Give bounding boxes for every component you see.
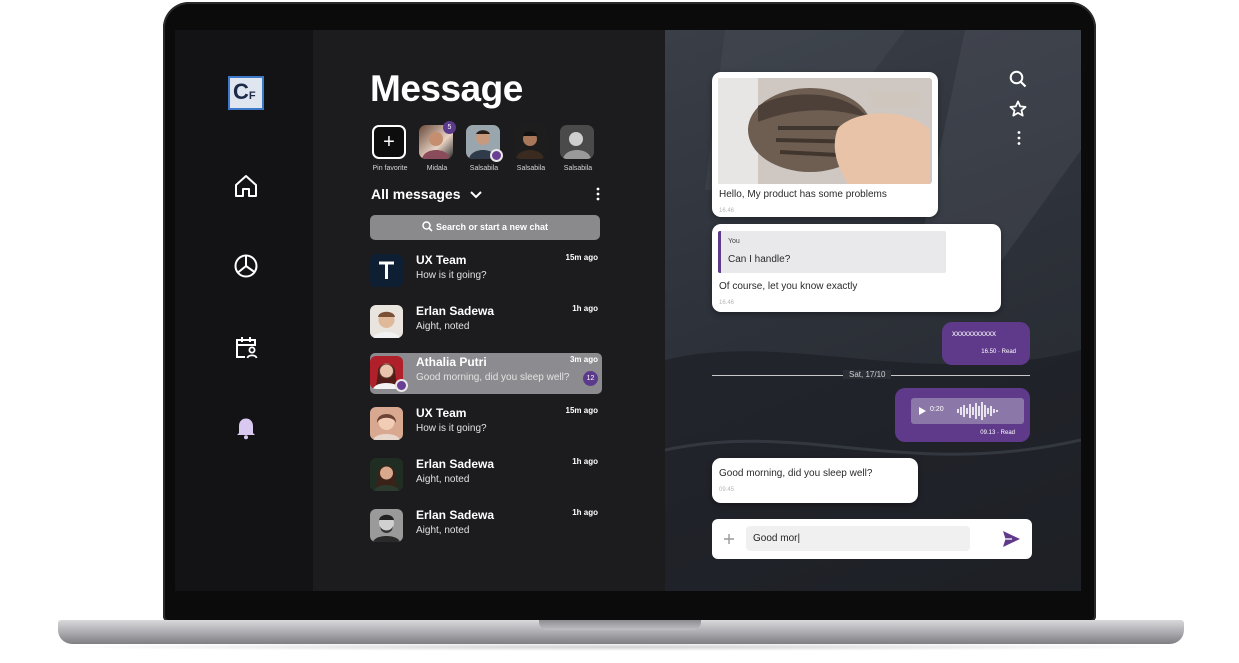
chat-name: Erlan Sadewa — [416, 304, 495, 318]
search-placeholder: Search or start a new chat — [435, 222, 549, 232]
avatar — [370, 305, 403, 338]
chat-list-item[interactable]: Erlan Sadewa Aight, noted 1h ago — [370, 455, 602, 496]
message-bubble-incoming[interactable]: You Can I handle? Of course, let you kno… — [712, 224, 1001, 312]
search-icon — [422, 221, 433, 232]
send-icon[interactable] — [1003, 531, 1020, 547]
quote-author: You — [728, 238, 740, 245]
more-vertical-icon[interactable] — [1016, 130, 1022, 146]
message-time: 09.45 — [719, 487, 735, 493]
conversation-panel: Hello, My product has some problems 16.4… — [665, 30, 1081, 591]
message-text: Of course, let you know exactly — [719, 281, 858, 292]
chat-time: 15m ago — [565, 406, 598, 415]
voice-message-bubble[interactable]: 0:20 09.13 · Read — [895, 388, 1030, 442]
avatar — [370, 509, 403, 542]
avatar — [513, 125, 547, 159]
chat-time: 15m ago — [565, 253, 598, 262]
chart-icon[interactable] — [232, 252, 260, 280]
message-meta: 16.50 · Read — [981, 349, 1016, 355]
unread-badge: 12 — [583, 371, 598, 386]
home-icon[interactable] — [232, 172, 260, 200]
chat-list-panel: Message + Pin favorite 5 Midala Salsabil… — [313, 30, 665, 591]
more-vertical-icon[interactable] — [595, 187, 601, 201]
chat-list-item[interactable]: Athalia Putri Good morning, did you slee… — [370, 353, 602, 394]
message-bubble-incoming[interactable]: Hello, My product has some problems 16.4… — [712, 72, 938, 217]
plus-icon: + — [372, 125, 406, 159]
chat-list-item[interactable]: Erlan Sadewa Aight, noted 1h ago — [370, 506, 602, 547]
pin-favorite[interactable]: + Pin favorite — [372, 125, 408, 172]
chat-preview: How is it going? — [416, 423, 487, 434]
filter-label: All messages — [371, 186, 461, 202]
pinned-contact[interactable]: Salsabila — [560, 125, 596, 172]
message-time: 16.46 — [719, 208, 735, 214]
chat-preview: Aight, noted — [416, 474, 470, 485]
online-indicator — [395, 379, 408, 392]
chat-name: UX Team — [416, 253, 467, 267]
app-screen: CF Message + Pin favorite 5 Midala Salsa… — [175, 30, 1081, 591]
chat-name: Erlan Sadewa — [416, 457, 495, 471]
message-composer: Good mor| — [712, 519, 1032, 559]
chat-list-item[interactable]: Erlan Sadewa Aight, noted 1h ago — [370, 302, 602, 343]
chat-time: 1h ago — [572, 508, 598, 517]
app-logo[interactable]: CF — [228, 76, 264, 110]
play-icon[interactable] — [919, 407, 926, 415]
voice-duration: 0:20 — [930, 406, 944, 413]
plus-icon[interactable] — [724, 534, 734, 544]
chat-list-item[interactable]: UX Team How is it going? 15m ago — [370, 251, 602, 292]
online-indicator — [490, 149, 503, 162]
laptop-shadow — [40, 643, 1200, 651]
page-title: Message — [370, 68, 523, 109]
waveform-icon — [957, 402, 998, 420]
chat-time: 3m ago — [569, 355, 598, 364]
pinned-contact[interactable]: Salsabila — [466, 125, 503, 172]
chat-name: Athalia Putri — [416, 355, 487, 369]
pinned-contact[interactable]: 5 Midala — [419, 121, 456, 172]
pinned-contact[interactable]: Salsabila — [513, 125, 549, 172]
chat-preview: How is it going? — [416, 270, 487, 281]
voice-player[interactable]: 0:20 — [911, 398, 1024, 424]
avatar — [370, 254, 403, 287]
bell-icon[interactable] — [232, 413, 260, 441]
message-meta: 09.13 · Read — [980, 430, 1015, 436]
avatar — [370, 458, 403, 491]
chevron-down-icon — [470, 191, 483, 199]
message-text: xxxxxxxxxxx — [952, 329, 996, 338]
message-bubble-incoming[interactable]: Good morning, did you sleep well? 09.45 — [712, 458, 918, 503]
chat-preview: Aight, noted — [416, 525, 470, 536]
avatar — [560, 125, 594, 159]
quote-text: Can I handle? — [728, 254, 791, 265]
all-messages-filter[interactable]: All messages — [371, 186, 483, 202]
logo-letter: C — [233, 79, 249, 104]
chat-name: Erlan Sadewa — [416, 508, 495, 522]
message-text: Good morning, did you sleep well? — [719, 468, 873, 479]
unread-badge: 5 — [443, 121, 456, 134]
search-input[interactable]: Search or start a new chat — [370, 215, 600, 240]
attached-photo[interactable] — [718, 78, 932, 184]
star-icon[interactable] — [1009, 100, 1027, 118]
chat-preview: Aight, noted — [416, 321, 470, 332]
pinned-contact-name: Salsabila — [563, 165, 593, 172]
logo-sub: F — [248, 90, 256, 102]
calendar-user-icon[interactable] — [232, 333, 260, 361]
chat-list-item[interactable]: UX Team How is it going? 15m ago — [370, 404, 602, 445]
quoted-message[interactable]: You Can I handle? — [718, 231, 946, 273]
laptop-notch — [539, 620, 701, 630]
message-input[interactable]: Good mor| — [746, 526, 970, 551]
date-separator: Sat, 17/10 — [843, 370, 892, 379]
chat-name: UX Team — [416, 406, 467, 420]
message-text: Hello, My product has some problems — [719, 189, 887, 200]
search-icon[interactable] — [1009, 70, 1027, 88]
message-time: 16.46 — [719, 300, 735, 306]
avatar — [370, 407, 403, 440]
chat-time: 1h ago — [572, 457, 598, 466]
message-bubble-outgoing[interactable]: xxxxxxxxxxx 16.50 · Read — [942, 322, 1030, 365]
chat-preview: Good morning, did you sleep well? — [416, 372, 570, 383]
chat-time: 1h ago — [572, 304, 598, 313]
sidebar: CF — [175, 30, 313, 591]
